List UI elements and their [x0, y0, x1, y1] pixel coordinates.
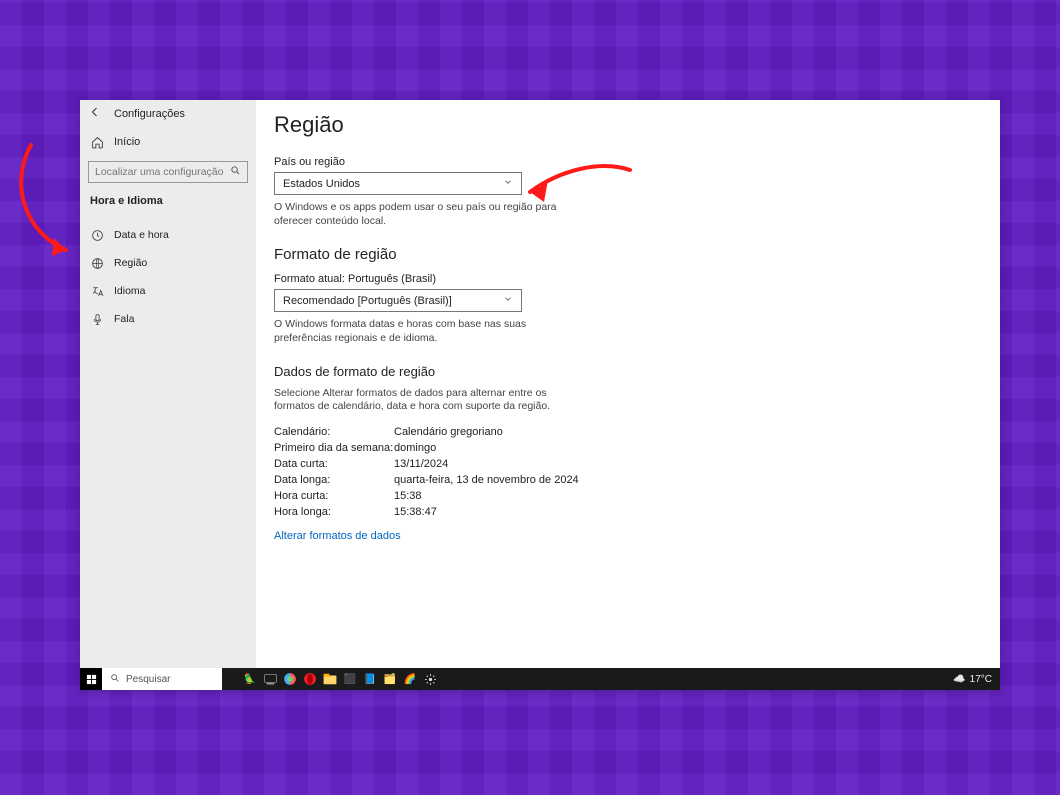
file-explorer-icon[interactable] — [320, 668, 340, 690]
format-combobox[interactable]: Recomendado [Português (Brasil)] — [274, 289, 522, 312]
chevron-down-icon — [503, 294, 513, 307]
kv-row: Calendário: Calendário gregoriano — [274, 424, 982, 440]
language-icon — [90, 284, 104, 298]
kv-key: Calendário: — [274, 426, 394, 438]
taskbar-search[interactable]: Pesquisar — [102, 668, 222, 690]
page-heading: Região — [274, 112, 982, 138]
search-icon — [110, 673, 120, 686]
change-formats-link[interactable]: Alterar formatos de dados — [274, 530, 401, 542]
back-button[interactable] — [88, 106, 102, 121]
chevron-down-icon — [503, 177, 513, 190]
main-panel: Região País ou região Estados Unidos O W… — [256, 100, 1000, 690]
data-format-heading: Dados de formato de região — [274, 364, 982, 379]
kv-row: Data curta: 13/11/2024 — [274, 456, 982, 472]
taskbar-app-icon[interactable] — [300, 668, 320, 690]
kv-val: domingo — [394, 442, 436, 454]
country-helper: O Windows e os apps podem usar o seu paí… — [274, 201, 574, 228]
current-format-label: Formato atual: Português (Brasil) — [274, 273, 982, 285]
kv-val: 13/11/2024 — [394, 458, 448, 470]
sidebar-item-speech[interactable]: Fala — [80, 305, 256, 333]
country-combobox[interactable]: Estados Unidos — [274, 172, 522, 195]
region-format-heading: Formato de região — [274, 246, 982, 263]
taskbar-app-icon[interactable]: 🦜 — [240, 668, 260, 690]
kv-key: Data curta: — [274, 458, 394, 470]
sidebar-item-label: Fala — [114, 313, 134, 325]
country-label: País ou região — [274, 156, 982, 168]
kv-val: quarta-feira, 13 de novembro de 2024 — [394, 474, 579, 486]
start-button[interactable] — [80, 668, 102, 690]
kv-row: Hora curta: 15:38 — [274, 488, 982, 504]
home-icon — [90, 135, 104, 149]
window-title: Configurações — [114, 108, 185, 120]
sidebar-item-date-time[interactable]: Data e hora — [80, 221, 256, 249]
kv-row: Primeiro dia da semana: domingo — [274, 440, 982, 456]
weather-icon: ☁️ — [953, 674, 965, 685]
task-view-icon[interactable] — [260, 668, 280, 690]
settings-icon[interactable] — [420, 668, 440, 690]
sidebar-item-label: Região — [114, 257, 147, 269]
kv-row: Hora longa: 15:38:47 — [274, 504, 982, 520]
kv-row: Data longa: quarta-feira, 13 de novembro… — [274, 472, 982, 488]
kv-key: Primeiro dia da semana: — [274, 442, 394, 454]
kv-val: 15:38:47 — [394, 506, 437, 518]
taskbar-search-placeholder: Pesquisar — [126, 674, 170, 685]
taskbar-app-icon[interactable]: ⬛ — [340, 668, 360, 690]
country-value: Estados Unidos — [283, 178, 360, 190]
sidebar-item-region[interactable]: Região — [80, 249, 256, 277]
kv-key: Data longa: — [274, 474, 394, 486]
taskbar-app-icon[interactable]: 🗂️ — [380, 668, 400, 690]
search-input[interactable] — [95, 166, 230, 178]
sidebar: Configurações Início Hora e Idioma Data — [80, 100, 256, 690]
sidebar-item-label: Data e hora — [114, 229, 169, 241]
taskbar-app-icon[interactable]: 🌈 — [400, 668, 420, 690]
kv-key: Hora longa: — [274, 506, 394, 518]
sidebar-item-label: Idioma — [114, 285, 146, 297]
sidebar-section-title: Hora e Idioma — [80, 193, 256, 221]
search-icon — [230, 165, 241, 179]
taskbar-temperature: 17°C — [970, 674, 992, 685]
kv-val: 15:38 — [394, 490, 422, 502]
kv-val: Calendário gregoriano — [394, 426, 503, 438]
sidebar-home-label: Início — [114, 136, 140, 148]
format-value: Recomendado [Português (Brasil)] — [283, 295, 452, 307]
taskbar-app-icon[interactable]: 📘 — [360, 668, 380, 690]
taskbar-tray[interactable]: ☁️ 17°C — [953, 674, 1000, 685]
clock-icon — [90, 228, 104, 242]
kv-key: Hora curta: — [274, 490, 394, 502]
format-helper: O Windows formata datas e horas com base… — [274, 318, 574, 345]
sidebar-home[interactable]: Início — [80, 127, 256, 157]
sidebar-item-language[interactable]: Idioma — [80, 277, 256, 305]
mic-icon — [90, 312, 104, 326]
search-box[interactable] — [88, 161, 248, 183]
globe-icon — [90, 256, 104, 270]
settings-window: Configurações Início Hora e Idioma Data — [80, 100, 1000, 690]
data-format-helper: Selecione Alterar formatos de dados para… — [274, 387, 574, 414]
taskbar: Pesquisar 🦜 ⬛ 📘 🗂️ 🌈 ☁️ 17°C — [80, 668, 1000, 690]
taskbar-app-icon[interactable] — [280, 668, 300, 690]
